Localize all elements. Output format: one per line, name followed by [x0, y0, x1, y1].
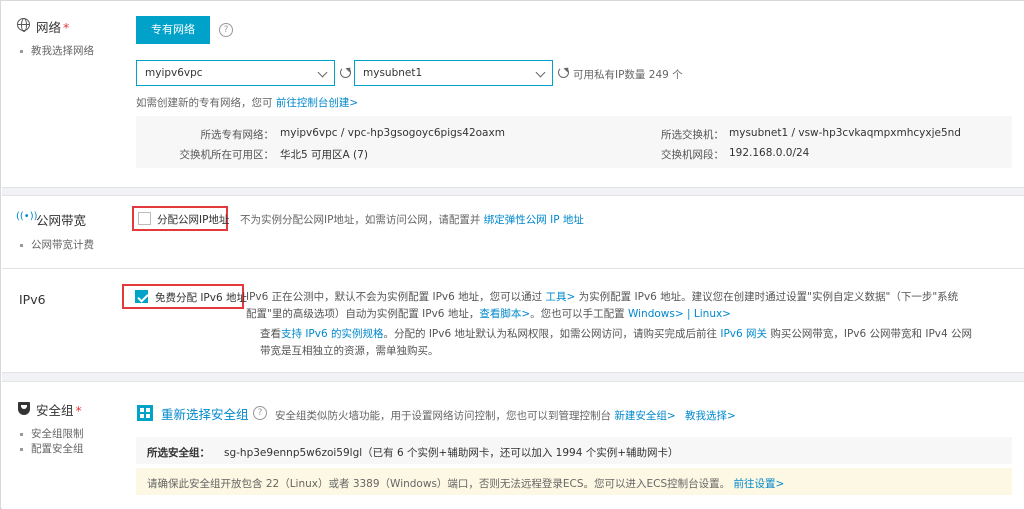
refresh-icon[interactable] — [558, 67, 569, 78]
bandwidth-title: 公网带宽 — [36, 213, 87, 228]
tools-link[interactable]: 工具> — [546, 291, 576, 303]
ipv6-checkbox-label[interactable]: 免费分配 IPv6 地址 — [155, 290, 247, 305]
bandwidth-billing-link[interactable]: 公网带宽计费 — [20, 237, 94, 252]
refresh-icon[interactable] — [340, 67, 351, 78]
security-group-title: 安全组 * — [36, 403, 82, 418]
signal-icon: ((•)) — [16, 211, 38, 222]
sg-warning-text: 请确保此安全组开放包含 22（Linux）或者 3389（Windows）端口，… — [147, 478, 785, 490]
question-circle-icon[interactable]: ? — [253, 406, 267, 420]
ipv6-gateway-link[interactable]: IPv6 网关 — [720, 328, 767, 340]
zone-info-label: 交换机所在可用区： — [179, 149, 275, 161]
go-settings-link[interactable]: 前往设置> — [734, 478, 785, 490]
selected-sg-bar: 所选安全组： sg-hp3e9ennp5w6zoi59lgl（已有 6 个实例+… — [136, 437, 1012, 464]
shield-icon — [18, 402, 30, 415]
cidr-info-value: 192.168.0.0/24 — [729, 147, 810, 159]
ipv6-checkbox[interactable] — [135, 290, 148, 303]
create-vpc-link[interactable]: 前往控制台创建> — [276, 97, 358, 109]
sg-config-link[interactable]: 配置安全组 — [20, 441, 84, 456]
bind-eip-link[interactable]: 绑定弹性公网 IP 地址 — [484, 214, 584, 226]
network-section: 网络 * 教我选择网络 专有网络 ? myipv6vpc mysubnet1 可用… — [2, 1, 1024, 187]
reselect-sg-button[interactable]: 重新选择安全组 — [161, 404, 249, 423]
available-ip-count: 可用私有IP数量 249 个 — [573, 69, 683, 81]
view-script-link[interactable]: 查看脚本> — [479, 308, 530, 320]
grid-icon[interactable] — [137, 405, 153, 421]
sg-limit-link[interactable]: 安全组限制 — [20, 426, 84, 441]
subnet-select[interactable]: mysubnet1 — [354, 60, 553, 86]
vpc-info-value: myipv6vpc / vpc-hp3gsogoyc6pigs42oaxm — [280, 127, 505, 139]
ipv6-desc-line-2: 配置"里的高级选项）自动为实例配置 IPv6 地址，查看脚本>。您也可以手工配置… — [246, 308, 731, 320]
question-circle-icon[interactable]: ? — [219, 23, 233, 37]
network-info-box: 所选专有网络： myipv6vpc / vpc-hp3gsogoyc6pigs4… — [136, 116, 1012, 168]
network-help-link[interactable]: 教我选择网络 — [20, 43, 94, 58]
globe-icon — [17, 18, 30, 32]
create-vpc-hint: 如需创建新的专有网络，您可 前往控制台创建> — [136, 97, 359, 109]
chevron-down-icon — [317, 67, 328, 78]
vsw-info-label: 所选交换机： — [661, 129, 724, 141]
section-divider — [2, 372, 1024, 382]
ipv6-description: IPv6 正在公测中，默认不会为实例配置 IPv6 地址，您可以通过 工具> 为… — [246, 289, 1016, 323]
linux-link[interactable]: Linux> — [694, 308, 731, 320]
ipv6-desc-line-3: 查看支持 IPv6 的实例规格。分配的 IPv6 地址默认为私网权限，如需公网访… — [260, 328, 973, 340]
zone-info-value: 华北5 可用区A (7) — [280, 149, 368, 161]
network-title: 网络 * — [36, 20, 70, 35]
vsw-info-value: mysubnet1 / vsw-hp3cvkaqmpxmhcyxje5nd — [729, 127, 961, 139]
vpc-type-button[interactable]: 专有网络 — [136, 16, 210, 44]
new-sg-link[interactable]: 新建安全组> — [614, 410, 675, 422]
cidr-info-label: 交换机网段： — [661, 149, 724, 161]
selected-sg-value: sg-hp3e9ennp5w6zoi59lgl（已有 6 个实例+辅助网卡，还可… — [224, 447, 679, 459]
ipv6-desc-line-4: 带宽是互相独立的资源，需单独购买。 — [260, 345, 439, 357]
ipv6-description-2: 查看支持 IPv6 的实例规格。分配的 IPv6 地址默认为私网权限，如需公网访… — [260, 326, 1020, 360]
security-group-section: 安全组 * 安全组限制 配置安全组 重新选择安全组 ? 安全组类似防火墙功能，用于… — [2, 382, 1024, 509]
public-ip-checkbox[interactable] — [138, 212, 151, 225]
ecs-network-config-page: 网络 * 教我选择网络 专有网络 ? myipv6vpc mysubnet1 可用… — [0, 0, 1024, 509]
link-separator: | — [687, 308, 691, 320]
public-ip-hint: 不为实例分配公网IP地址，如需访问公网，请配置并 绑定弹性公网 IP 地址 — [240, 214, 584, 226]
sg-warning-bar: 请确保此安全组开放包含 22（Linux）或者 3389（Windows）端口，… — [136, 468, 1012, 495]
chevron-down-icon — [535, 67, 546, 78]
ipv6-section: IPv6 免费分配 IPv6 地址 IPv6 正在公测中，默认不会为实例配置 I… — [2, 269, 1024, 372]
windows-link[interactable]: Windows> — [628, 308, 684, 320]
teach-select-link[interactable]: 教我选择> — [685, 410, 736, 422]
ipv6-instance-types-link[interactable]: 支持 IPv6 的实例规格 — [281, 328, 384, 340]
vpc-select[interactable]: myipv6vpc — [136, 60, 335, 86]
vpc-info-label: 所选专有网络： — [200, 129, 275, 141]
section-divider — [2, 187, 1024, 196]
bandwidth-section: ((•)) 公网带宽 公网带宽计费 分配公网IP地址 不为实例分配公网IP地址，… — [2, 196, 1024, 268]
sg-description: 安全组类似防火墙功能，用于设置网络访问控制，您也可以到管理控制台 新建安全组> … — [275, 410, 736, 422]
public-ip-checkbox-label[interactable]: 分配公网IP地址 — [157, 212, 229, 227]
selected-sg-label: 所选安全组： — [147, 447, 210, 459]
ipv6-title: IPv6 — [19, 292, 46, 307]
ipv6-desc-line-1: IPv6 正在公测中，默认不会为实例配置 IPv6 地址，您可以通过 工具> 为… — [246, 291, 959, 303]
